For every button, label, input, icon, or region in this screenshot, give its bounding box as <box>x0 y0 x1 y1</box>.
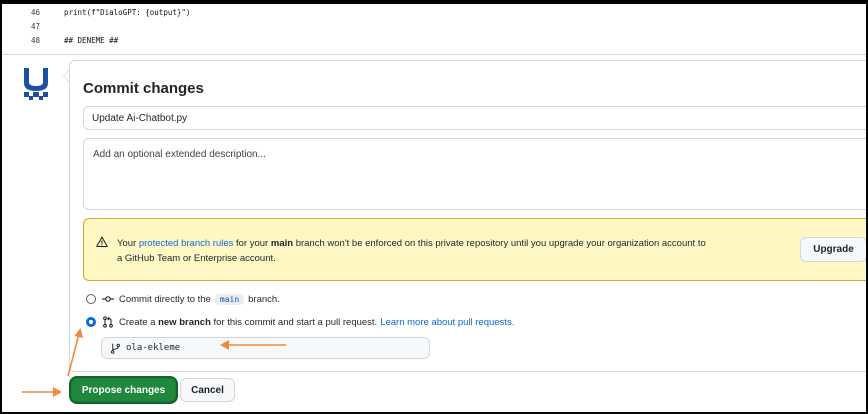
panel-caret-inner <box>64 71 69 81</box>
create-branch-label: Create a <box>119 316 156 328</box>
code-divider <box>2 54 866 55</box>
create-branch-radio[interactable] <box>86 317 96 327</box>
user-avatar <box>24 68 48 100</box>
line-number: 48 <box>30 36 40 45</box>
commit-direct-label-end: branch. <box>248 293 280 305</box>
protected-branch-rules-link[interactable]: protected branch rules <box>139 238 234 249</box>
arrow-head <box>53 387 62 397</box>
warning-text: branch won't be enforced on this private… <box>293 238 706 249</box>
git-branch-icon <box>111 343 120 354</box>
branch-name-field[interactable] <box>101 337 430 359</box>
new-branch-label: new branch <box>158 316 211 328</box>
code-text: print(f"DialoGPT: {output}") <box>64 8 191 17</box>
commit-summary-input[interactable]: Update Ai-Chatbot.py <box>83 106 868 130</box>
create-branch-label-end: for this commit and start a pull request… <box>213 316 378 328</box>
code-text: ## DENEME ## <box>64 36 119 45</box>
code-line: 46 print(f"DialoGPT: {output}") <box>2 6 866 19</box>
cancel-button[interactable]: Cancel <box>180 378 235 402</box>
commit-direct-option[interactable]: Commit directly to the main branch. <box>86 292 280 306</box>
alert-triangle-icon <box>96 236 108 248</box>
commit-title: Commit changes <box>83 80 204 97</box>
code-excerpt: 46 print(f"DialoGPT: {output}") 47 48 ##… <box>2 6 866 52</box>
git-pull-request-icon <box>103 316 113 328</box>
code-line: 47 <box>2 20 866 33</box>
warning-message: Your protected branch rules for your mai… <box>117 236 787 266</box>
line-number: 47 <box>30 22 40 31</box>
commit-description-input[interactable]: Add an optional extended description... <box>83 138 868 210</box>
warning-text: for your <box>233 238 271 249</box>
propose-changes-button[interactable]: Propose changes <box>71 378 176 402</box>
warning-text: a GitHub Team or Enterprise account. <box>117 253 276 264</box>
warning-text: Your <box>117 238 139 249</box>
learn-more-pull-requests-link[interactable]: Learn more about pull requests. <box>380 317 514 328</box>
protected-branch-warning: Your protected branch rules for your mai… <box>83 218 868 281</box>
upgrade-button[interactable]: Upgrade <box>800 237 867 262</box>
git-commit-icon <box>102 296 114 302</box>
create-branch-option[interactable]: Create a new branch for this commit and … <box>86 315 514 329</box>
commit-direct-label: Commit directly to the <box>119 293 211 305</box>
code-line: 48 ## DENEME ## <box>2 34 866 47</box>
commit-direct-radio[interactable] <box>86 294 96 304</box>
branch-name-input[interactable] <box>126 343 426 353</box>
line-number: 46 <box>30 8 40 17</box>
main-branch-badge: main <box>214 293 245 305</box>
warning-branch-name: main <box>270 238 294 249</box>
